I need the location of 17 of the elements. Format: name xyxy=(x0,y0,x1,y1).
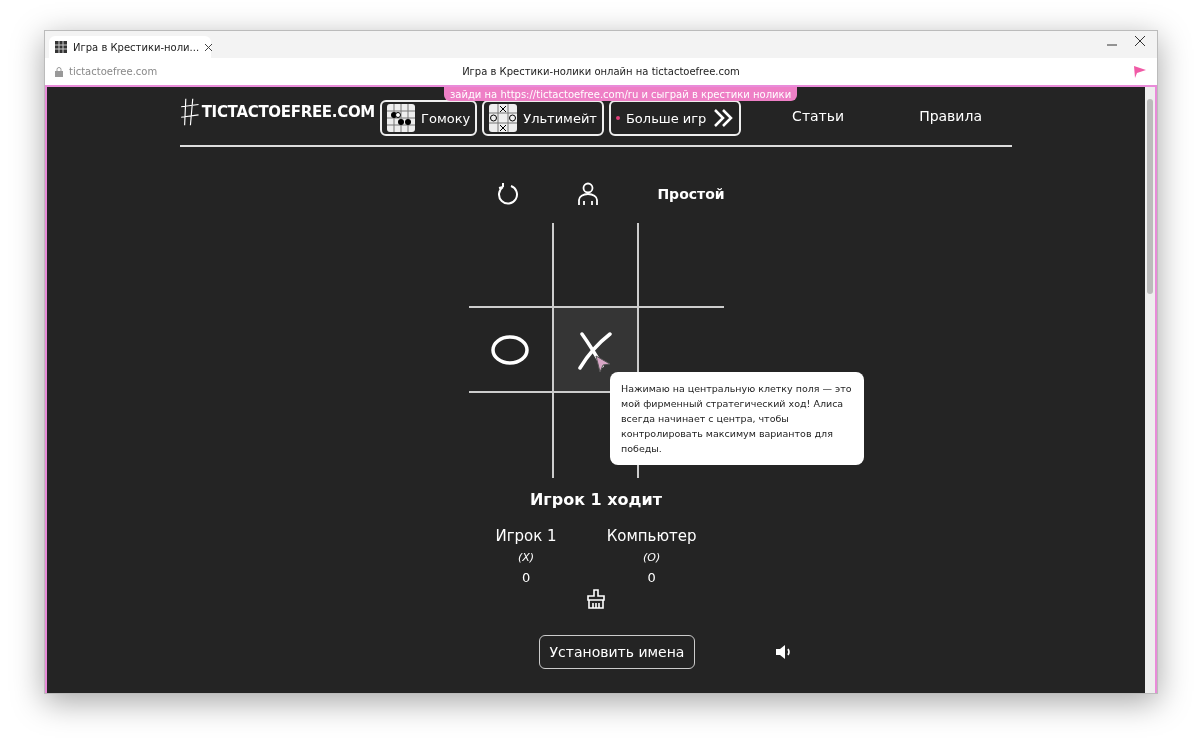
turn-status: Игрок 1 ходит xyxy=(529,490,662,509)
player-score: 0 xyxy=(647,570,656,585)
player-name: Игрок 1 xyxy=(495,527,557,545)
address-field[interactable]: tictactoefree.com xyxy=(69,66,158,77)
set-names-button[interactable]: Установить имена xyxy=(538,635,696,669)
logo-text: TICTACTOEFREE.COM xyxy=(201,102,375,121)
player-name: Компьютер xyxy=(606,527,697,545)
difficulty-selector[interactable]: Простой xyxy=(657,186,725,202)
browser-tab[interactable]: Игра в Крестики-ноли... xyxy=(49,36,211,58)
game-button[interactable]: Гомоку xyxy=(380,100,478,136)
tooltip: Нажимаю на центральную клетку поля — это мой фирменный стратегический ход! Алиса всегда начинает с центра, чтобы контролировать максимум вариантов для победы. xyxy=(610,372,864,465)
player-score: 0 xyxy=(521,570,531,585)
nav-link[interactable]: Статьи xyxy=(792,107,845,124)
page-title: Игра в Крестики-нолики онлайн на tictactoefree.com xyxy=(462,66,740,77)
nav-link[interactable]: Правила xyxy=(919,107,982,124)
player-symbol: (X) xyxy=(517,551,535,564)
player-symbol: (O) xyxy=(642,551,661,564)
